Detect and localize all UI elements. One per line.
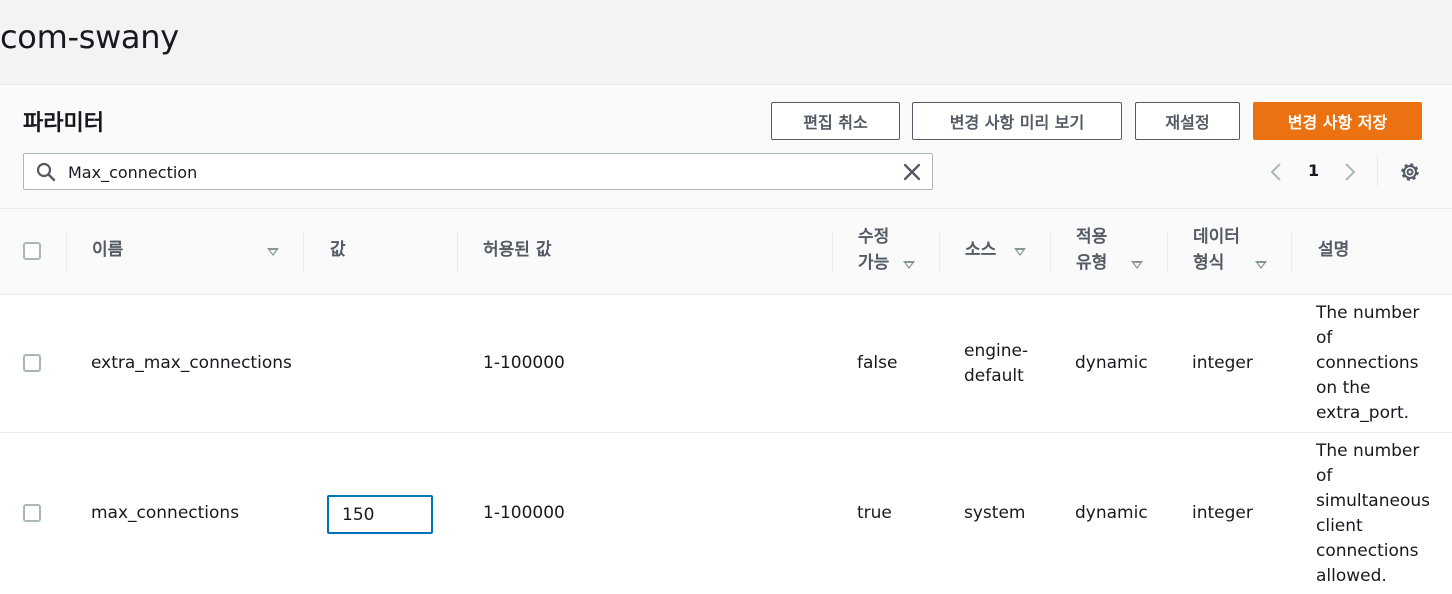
description-line: of — [1316, 328, 1333, 348]
description-line: of — [1316, 466, 1333, 486]
column-divider — [1050, 231, 1051, 273]
table-row[interactable]: extra_max_connections 1-100000 false eng… — [0, 295, 1452, 433]
select-all-checkbox[interactable] — [23, 242, 41, 260]
description-line: connections — [1316, 353, 1419, 373]
page-header: com-swany — [0, 0, 1452, 84]
row-checkbox[interactable] — [23, 504, 41, 522]
param-name: max_connections — [91, 503, 240, 523]
column-divider — [939, 231, 940, 273]
sort-icon[interactable] — [267, 248, 279, 256]
panel-header: 파라미터 편집 취소 변경 사항 미리 보기 재설정 변경 사항 저장 1 — [0, 85, 1452, 209]
page-number[interactable]: 1 — [1308, 161, 1319, 180]
column-divider — [457, 231, 458, 273]
search-input[interactable] — [68, 160, 868, 184]
description-line: extra_port. — [1316, 403, 1410, 423]
pager-divider — [1377, 155, 1378, 187]
description-line: connections — [1316, 541, 1419, 561]
chevron-right-icon[interactable] — [1340, 161, 1360, 183]
column-header-modifiable-line1[interactable]: 수정 — [858, 225, 889, 250]
description-line: The number — [1316, 303, 1420, 323]
source-value: system — [964, 503, 1026, 523]
sort-icon[interactable] — [1131, 261, 1143, 269]
table-row[interactable]: max_connections 1-100000 true system dyn… — [0, 433, 1452, 594]
search-icon — [36, 162, 56, 182]
column-header-source[interactable]: 소스 — [965, 238, 996, 263]
param-name: extra_max_connections — [91, 353, 292, 373]
column-header-description: 설명 — [1318, 240, 1350, 260]
column-divider — [1291, 231, 1292, 273]
cancel-edit-button[interactable]: 편집 취소 — [771, 102, 900, 140]
sort-icon[interactable] — [903, 261, 915, 269]
column-divider — [303, 231, 304, 273]
parameters-panel: 파라미터 편집 취소 변경 사항 미리 보기 재설정 변경 사항 저장 1 — [0, 84, 1452, 594]
clear-icon[interactable] — [902, 162, 922, 182]
save-changes-button[interactable]: 변경 사항 저장 — [1253, 102, 1422, 140]
data-type: integer — [1192, 503, 1253, 523]
search-box — [23, 153, 933, 190]
description-line: client — [1316, 516, 1363, 536]
data-type: integer — [1192, 353, 1253, 373]
value-input[interactable] — [327, 495, 433, 534]
sort-icon[interactable] — [1255, 261, 1267, 269]
panel-title: 파라미터 — [23, 111, 104, 136]
chevron-left-icon[interactable] — [1266, 161, 1286, 183]
apply-type: dynamic — [1075, 503, 1148, 523]
column-header-apply-line2[interactable]: 유형 — [1076, 251, 1107, 276]
column-header-allowed: 허용된 값 — [483, 240, 552, 260]
description-line: on the — [1316, 378, 1371, 398]
source-line1: engine- — [964, 341, 1029, 361]
preview-changes-button[interactable]: 변경 사항 미리 보기 — [912, 102, 1122, 140]
gear-icon[interactable] — [1398, 160, 1422, 184]
column-header-value: 값 — [330, 240, 346, 260]
column-divider — [66, 231, 67, 273]
column-header-modifiable-line2[interactable]: 가능 — [858, 251, 889, 276]
table-header: 이름 값 허용된 값 수정 가능 소스 적용 유형 데이터 형식 설명 — [0, 209, 1452, 295]
apply-type: dynamic — [1075, 353, 1148, 373]
column-divider — [832, 231, 833, 273]
description-line: The number — [1316, 441, 1420, 461]
sort-icon[interactable] — [1014, 248, 1026, 256]
allowed-values: 1-100000 — [483, 353, 565, 373]
column-header-datatype-line2[interactable]: 형식 — [1193, 251, 1224, 276]
column-header-apply-line1[interactable]: 적용 — [1076, 225, 1107, 250]
column-header-datatype-line1[interactable]: 데이터 — [1193, 225, 1240, 250]
page-title: com-swany — [0, 18, 179, 56]
reset-button[interactable]: 재설정 — [1135, 102, 1240, 140]
allowed-values: 1-100000 — [483, 503, 565, 523]
description-line: allowed. — [1316, 566, 1387, 586]
modifiable-value: true — [857, 503, 892, 523]
column-header-name[interactable]: 이름 — [92, 238, 123, 263]
modifiable-value: false — [857, 353, 898, 373]
column-divider — [1167, 231, 1168, 273]
description-line: simultaneous — [1316, 491, 1430, 511]
row-checkbox[interactable] — [23, 354, 41, 372]
source-line2: default — [964, 366, 1024, 386]
